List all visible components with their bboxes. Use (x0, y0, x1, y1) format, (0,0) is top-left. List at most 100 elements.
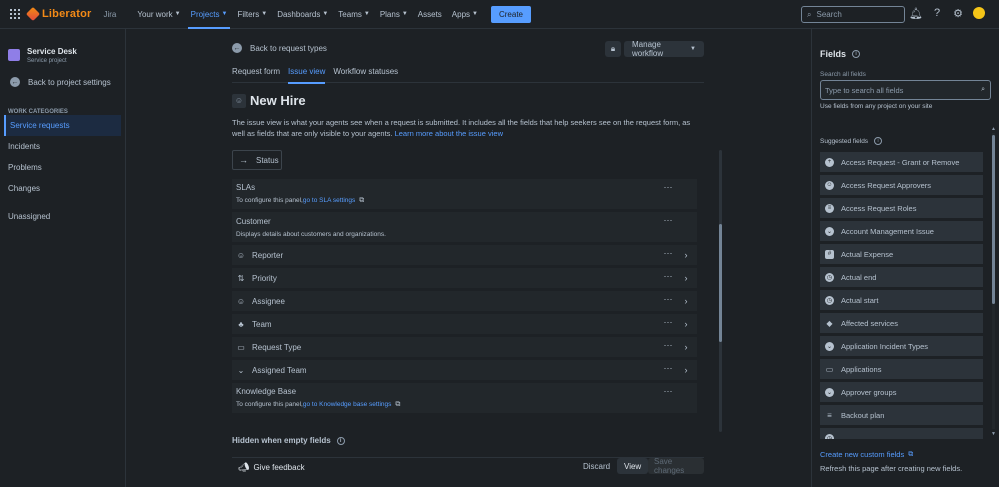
suggested-field[interactable]: ◷ Actual start (820, 290, 983, 310)
help-icon[interactable]: ? (931, 7, 943, 19)
suggested-field[interactable]: ☺ Access Request Approvers (820, 175, 983, 195)
manage-workflow-button[interactable]: Manage workflow ▼ (624, 40, 704, 58)
suggested-field[interactable]: ⌄ Approver groups (820, 382, 983, 402)
suggested-field-label: Account Management Issue (841, 226, 934, 236)
settings-link[interactable]: go to SLA settings (303, 197, 355, 204)
more-actions-icon[interactable]: ··· (661, 318, 675, 329)
more-actions-icon[interactable]: ··· (661, 272, 675, 283)
back-to-project-settings-link[interactable]: ← Back to project settings (0, 64, 125, 87)
save-changes-button[interactable]: Save changes (648, 457, 704, 475)
create-custom-fields-link[interactable]: Create new custom fields ⧉ (820, 450, 913, 459)
more-actions-icon[interactable]: ··· (661, 341, 675, 352)
suggested-field[interactable]: ◷ (820, 428, 983, 439)
bell-icon[interactable]: 🔔︎ (909, 7, 923, 20)
chevron-down-icon: ▼ (363, 11, 370, 17)
tab-workflow-statuses[interactable]: Workflow statuses (333, 67, 398, 83)
suggested-fields-heading: Suggested fields i (820, 137, 883, 145)
view-button[interactable]: View (617, 458, 649, 474)
sidebar-item-service-requests[interactable]: Service requests (4, 115, 121, 136)
search-input[interactable]: ⌕ Search (801, 6, 905, 23)
lock-button[interactable]: 🔒︎ (605, 41, 621, 57)
nav-item-label: Projects (190, 9, 220, 19)
more-actions-icon[interactable]: ··· (661, 183, 675, 194)
more-actions-icon[interactable]: ··· (661, 364, 675, 375)
nav-item-projects[interactable]: Projects ▼ (186, 0, 233, 29)
field-row[interactable]: ▭ Request Type ··· › (232, 337, 697, 357)
suggested-field[interactable]: # Actual Expense (820, 244, 983, 264)
avatar[interactable] (973, 7, 985, 19)
suggested-field[interactable]: ◆ Affected services (820, 313, 983, 333)
scroll-thumb[interactable] (719, 224, 722, 342)
fields-scrollbar[interactable]: ▲ ▼ (991, 126, 996, 437)
discard-button[interactable]: Discard (583, 462, 610, 471)
nav-item-teams[interactable]: Teams ▼ (333, 0, 375, 29)
more-actions-icon[interactable]: ··· (661, 216, 675, 227)
app-switcher-icon[interactable] (10, 9, 20, 19)
settings-icon[interactable]: ⚙ (952, 7, 964, 20)
field-label: Assignee (252, 296, 285, 306)
chevron-right-icon[interactable]: › (681, 273, 691, 283)
field-row[interactable]: ♣ Team ··· › (232, 314, 697, 334)
chevron-right-icon[interactable]: › (681, 342, 691, 352)
more-actions-icon[interactable]: ··· (661, 295, 675, 306)
suggested-field-label: Actual Expense (841, 249, 894, 259)
suggested-field[interactable]: ≡ Backout plan (820, 405, 983, 425)
nav-menu: Your work ▼ Projects ▼ Filters ▼ Dashboards ▼ Te… (132, 0, 483, 29)
scroll-up-icon[interactable]: ▲ (991, 126, 996, 132)
field-label: Assigned Team (252, 365, 307, 375)
sidebar-item-changes[interactable]: Changes (0, 178, 125, 199)
nav-item-apps[interactable]: Apps ▼ (447, 0, 483, 29)
sidebar-item-incidents[interactable]: Incidents (0, 136, 125, 157)
info-icon[interactable]: i (874, 137, 883, 145)
logo[interactable]: Liberator (25, 6, 91, 22)
status-field[interactable]: → Status (232, 150, 282, 170)
scroll-down-icon[interactable]: ▼ (991, 431, 996, 437)
nav-item-your-work[interactable]: Your work ▼ (132, 0, 185, 29)
more-actions-icon[interactable]: ··· (661, 249, 675, 260)
suggested-field[interactable]: ⌄ Application Incident Types (820, 336, 983, 356)
info-icon[interactable]: i (852, 50, 861, 58)
field-row[interactable]: Knowledge Base To configure this panel,go… (232, 383, 697, 413)
chevron-right-icon[interactable]: › (681, 296, 691, 306)
suggested-field[interactable]: + Access Request - Grant or Remove (820, 152, 983, 172)
suggested-field[interactable]: ⌄ Account Management Issue (820, 221, 983, 241)
create-button[interactable]: Create (490, 5, 531, 23)
more-actions-icon[interactable]: ··· (661, 387, 675, 398)
suggested-field[interactable]: ▭ Applications (820, 359, 983, 379)
scroll-thumb[interactable] (992, 135, 995, 304)
tab-issue-view[interactable]: Issue view (288, 67, 326, 84)
field-row[interactable]: ⌄ Assigned Team ··· › (232, 360, 697, 380)
field-row[interactable]: ⇅ Priority ··· › (232, 268, 697, 288)
tab-request-form[interactable]: Request form (232, 67, 280, 83)
search-fields-label: Search all fields (820, 71, 866, 78)
nav-item-label: Teams (338, 9, 362, 19)
chevron-down-icon: ▼ (261, 11, 268, 17)
sidebar-item-problems[interactable]: Problems (0, 157, 125, 178)
chevron-right-icon[interactable]: › (681, 250, 691, 260)
nav-item-plans[interactable]: Plans ▼ (375, 0, 413, 29)
field-row[interactable]: ☺ Reporter ··· › (232, 245, 697, 265)
suggested-field-label: Access Request Roles (841, 203, 917, 213)
suggested-field[interactable]: ◷ Actual end (820, 267, 983, 287)
field-row[interactable]: Customer Displays details about customers… (232, 212, 697, 242)
field-label: SLAs (236, 183, 256, 192)
give-feedback-button[interactable]: 📣︎ Give feedback (238, 462, 305, 473)
product-name[interactable]: Jira (103, 10, 116, 19)
nav-item-filters[interactable]: Filters ▼ (232, 0, 272, 29)
back-to-request-types-link[interactable]: ← Back to request types (232, 43, 327, 53)
field-row[interactable]: SLAs To configure this panel,go to SLA se… (232, 179, 697, 209)
sidebar-item-unassigned[interactable]: Unassigned (0, 206, 125, 227)
learn-more-link[interactable]: Learn more about the issue view (395, 129, 503, 138)
top-icons: 🔔︎ ? ⚙ (909, 7, 985, 20)
user-icon: ☺ (825, 180, 834, 190)
nav-item-dashboards[interactable]: Dashboards ▼ (272, 0, 333, 29)
chevron-right-icon[interactable]: › (681, 365, 691, 375)
nav-item-assets[interactable]: Assets (413, 0, 447, 29)
search-fields-input[interactable] (825, 85, 975, 95)
info-icon[interactable]: i (336, 436, 345, 445)
settings-link[interactable]: go to Knowledge base settings (303, 401, 392, 408)
suggested-field[interactable]: ≡ Access Request Roles (820, 198, 983, 218)
chevron-right-icon[interactable]: › (681, 319, 691, 329)
main-scrollbar[interactable] (718, 146, 723, 436)
field-row[interactable]: ☺ Assignee ··· › (232, 291, 697, 311)
